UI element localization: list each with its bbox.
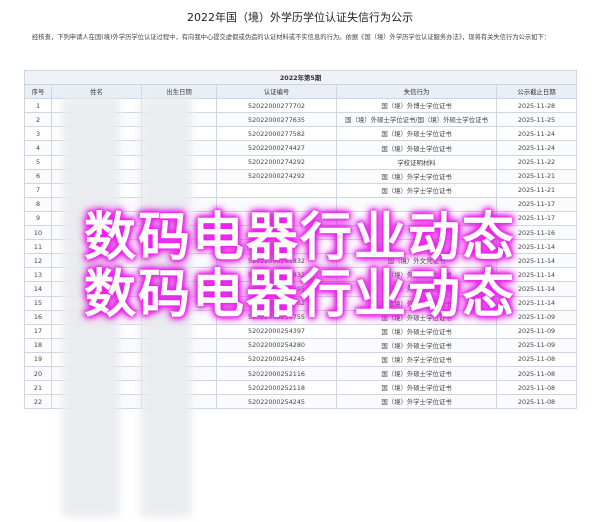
violation-cell: 国（境）外硕士学位证书 [336,380,497,396]
certificate-number: 52022000252116 [216,365,337,382]
violation-cell: 国（境）外学士学位证书 [336,351,497,367]
row-number: 2 [24,112,52,128]
row-number: 18 [24,337,52,353]
violation-cell: 国（境）外学士学位证书 [336,168,497,184]
watermark-headline-2: 数码电器行业动态 [83,265,516,325]
deadline-cell: 2025-11-08 [495,365,578,382]
deadline-cell: 2025-11-24 [495,126,578,142]
table-caption: 2022年第5期 [23,69,578,86]
column-header: 序号 [24,84,52,100]
row-number: 4 [24,140,52,156]
column-header: 失信行为 [336,84,497,100]
row-number: 19 [24,351,52,367]
column-header: 公示截止日期 [495,84,578,100]
violation-cell: 国（境）外博士学位证书 [336,98,497,114]
deadline-cell: 2025-11-08 [495,380,578,396]
deadline-cell: 2025-11-09 [495,337,578,353]
certificate-number: 52022000254245 [216,394,337,410]
deadline-cell: 2025-11-22 [495,154,578,170]
certificate-number: 52022000274292 [216,154,337,170]
violation-cell: 国（境）外硕士学位证书 [336,140,497,156]
certificate-number: 52022000252118 [216,380,337,396]
row-number: 21 [24,380,52,396]
certificate-number: 52022000274292 [216,168,337,184]
violation-cell: 国（境）外学士学位证书 [336,394,497,410]
row-number: 20 [24,365,52,382]
intro-paragraph: 经核查，下列申请人在国(境)外学历学位认证过程中，有向我中心提交虚假或伪造的认证… [32,34,551,41]
deadline-cell: 2025-11-24 [495,140,578,156]
page-title: 2022年国（境）外学历学位认证失信行为公示 [187,11,413,24]
column-header: 认证编号 [216,84,337,100]
violation-cell: 国（境）外硕士学位证书 [336,126,497,142]
certificate-number: 52022000277702 [216,98,337,114]
row-number: 5 [24,154,52,170]
certificate-number: 52022000254245 [216,351,337,367]
deadline-cell: 2025-11-08 [495,351,578,367]
certificate-number: 52022000277635 [216,112,337,128]
violation-cell: 学校证明材料 [336,154,497,170]
deadline-cell: 2025-11-28 [495,98,578,114]
certificate-number: 52022000274427 [216,140,337,156]
row-number: 1 [24,98,52,114]
row-number: 22 [24,394,52,410]
violation-cell: 国（境）外硕士学位证书/国（境）外硕士学位证书 [336,112,497,128]
deadline-cell: 2025-11-21 [495,168,578,184]
certificate-number: 52022000254280 [216,337,337,353]
violation-cell: 国（境）外硕士学位证书 [336,337,497,353]
row-number: 6 [24,168,52,184]
deadline-cell: 2025-11-08 [495,394,578,410]
deadline-cell: 2025-11-25 [495,112,578,128]
row-number: 3 [24,126,52,142]
violation-cell: 国（境）外硕士学位证书 [336,365,497,382]
certificate-number: 52022000277582 [216,126,337,142]
